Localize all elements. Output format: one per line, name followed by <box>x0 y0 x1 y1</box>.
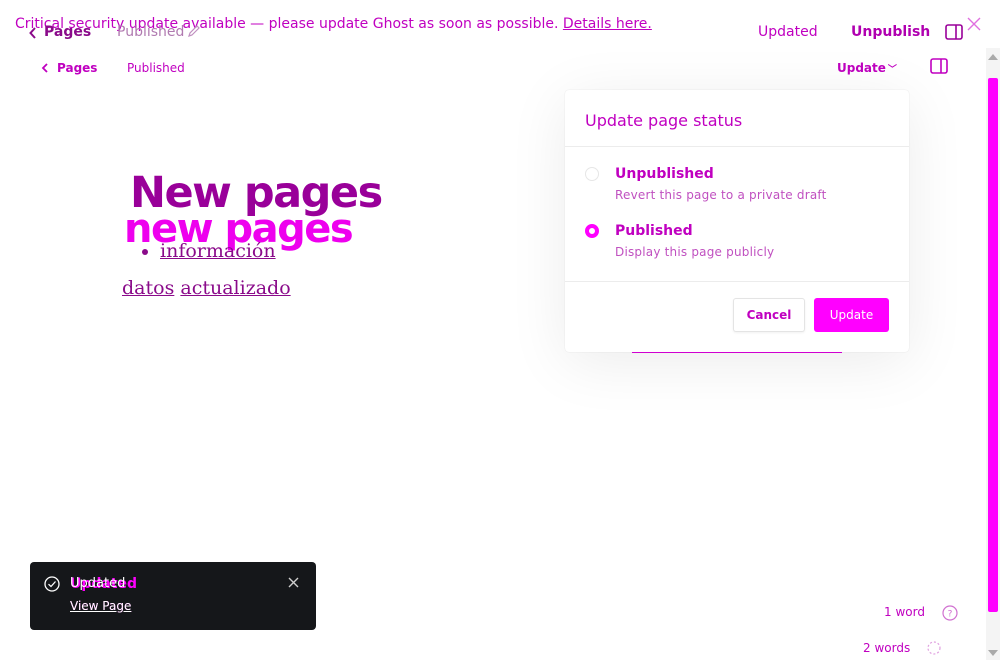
security-banner: Critical security update available — ple… <box>15 16 652 32</box>
top-unpublish-button[interactable]: Unpublish <box>851 24 930 40</box>
ghost-post-status: Published <box>117 24 185 40</box>
content-link-actualizado[interactable]: actualizado <box>180 277 290 299</box>
cancel-button[interactable]: Cancel <box>733 298 805 332</box>
update-button[interactable]: Update <box>814 298 889 332</box>
top-sidebar-toggle-icon[interactable] <box>945 24 963 40</box>
chevron-down-icon: ﹀ <box>887 65 897 75</box>
popover-divider <box>565 146 909 147</box>
post-status: Published <box>127 61 185 75</box>
help-ghost-icon <box>927 641 941 655</box>
content-list: información <box>130 240 276 262</box>
update-dropdown-label: Update <box>837 61 886 75</box>
scrollbar-thumb[interactable] <box>988 78 998 612</box>
banner-text: Critical security update available — ple… <box>15 16 559 32</box>
view-page-link[interactable]: View Page <box>70 599 131 613</box>
notification-toast: Updated Updated View Page View Page <box>30 562 316 630</box>
check-circle-icon <box>44 576 60 592</box>
scroll-down-arrow[interactable] <box>988 650 998 656</box>
content-line: datos actualizado <box>122 277 291 299</box>
toast-close-icon[interactable] <box>288 577 299 588</box>
content-link-datos[interactable]: datos <box>122 277 174 299</box>
option-published-description: Display this page publicly <box>615 245 775 259</box>
close-icon[interactable] <box>966 16 982 32</box>
update-dropdown-button[interactable]: Update ﹀ <box>837 61 897 75</box>
list-item: información <box>160 240 276 262</box>
option-unpublished-description: Revert this page to a private draft <box>615 188 827 202</box>
svg-text:?: ? <box>948 610 953 620</box>
editor-page: Critical security update available — ple… <box>0 0 1000 660</box>
word-count-ghost: 2 words <box>863 641 911 655</box>
popover-divider <box>565 281 909 282</box>
top-updated-status: Updated <box>758 24 818 40</box>
ghost-pen-icon <box>188 25 200 37</box>
radio-published[interactable] <box>585 224 599 238</box>
banner-details-link[interactable]: Details here. <box>563 16 652 32</box>
option-unpublished-label[interactable]: Unpublished <box>615 166 714 182</box>
radio-unpublished[interactable] <box>585 167 599 181</box>
scroll-up-arrow[interactable] <box>988 54 998 60</box>
help-icon[interactable]: ? <box>942 605 958 621</box>
list-item-link[interactable]: información <box>160 240 276 262</box>
back-chevron-icon[interactable] <box>40 61 50 75</box>
option-published-label[interactable]: Published <box>615 223 693 239</box>
ghost-back-chevron-icon <box>29 27 36 39</box>
popover-title: Update page status <box>585 111 743 130</box>
word-count: 1 word <box>884 605 925 619</box>
toast-title: Updated <box>70 576 126 591</box>
sidebar-toggle-icon[interactable] <box>930 58 948 74</box>
update-status-popover: Update page status Unpublished Revert th… <box>565 90 909 352</box>
breadcrumb-pages-link[interactable]: Pages <box>57 61 97 75</box>
ghost-breadcrumb-pages: Pages <box>44 24 92 40</box>
